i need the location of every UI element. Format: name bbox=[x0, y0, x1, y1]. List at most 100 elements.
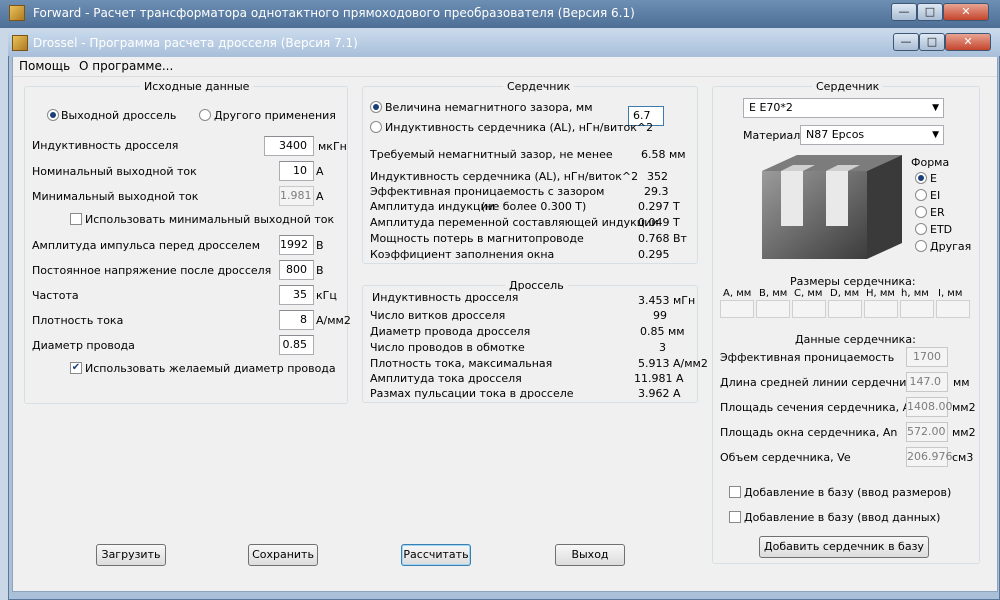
turns-label: Число витков дросселя bbox=[370, 309, 506, 322]
menu-help[interactable]: Помощь bbox=[19, 59, 70, 73]
nom-current-label: Номинальный выходной ток bbox=[32, 165, 197, 178]
current-density-unit: А/мм2 bbox=[316, 314, 351, 327]
choke-current-amp-label: Амплитуда тока дросселя bbox=[370, 372, 522, 385]
wire-diameter-input[interactable]: 0.85 bbox=[279, 335, 314, 355]
inductance-input[interactable]: 3400 bbox=[264, 136, 314, 156]
outer-close-button[interactable]: ✕ bbox=[943, 3, 989, 21]
dims-title: Размеры сердечника: bbox=[790, 275, 916, 288]
window-area-unit: мм2 bbox=[952, 426, 976, 439]
choke-inductance-value: 3.453 мГн bbox=[638, 294, 696, 307]
use-wire-diameter-checkbox[interactable]: ✔ bbox=[70, 362, 82, 374]
cross-section-input[interactable]: 1408.00 bbox=[906, 397, 953, 417]
outer-window-title: Forward - Расчет трансформатора однотакт… bbox=[33, 6, 635, 20]
core-loss-value: 0.768 Вт bbox=[638, 232, 687, 245]
eff-perm-gap-label: Эффективная проницаемость с зазором bbox=[370, 185, 605, 198]
core-al-label: Индуктивность сердечника (AL), нГн/виток… bbox=[370, 170, 639, 183]
core-data-title: Данные сердечника: bbox=[795, 333, 916, 346]
dim-h-small-input[interactable] bbox=[900, 300, 934, 318]
material-value: N87 Epcos bbox=[806, 128, 865, 141]
inner-close-button[interactable]: ✕ bbox=[945, 33, 991, 51]
app-icon bbox=[9, 5, 25, 21]
save-button[interactable]: Сохранить bbox=[248, 544, 318, 566]
pulse-amp-input[interactable]: 1992 bbox=[279, 235, 314, 255]
shape-radio-other[interactable] bbox=[915, 240, 927, 252]
dim-c-label: C, мм bbox=[794, 288, 823, 299]
core-volume-input[interactable]: 206.976 bbox=[906, 447, 953, 467]
menu-about[interactable]: О программе... bbox=[79, 59, 173, 73]
outer-minimize-button[interactable]: — bbox=[891, 3, 917, 21]
shape-e-label: E bbox=[930, 172, 937, 185]
load-button[interactable]: Загрузить bbox=[96, 544, 166, 566]
frequency-input[interactable]: 35 bbox=[279, 285, 314, 305]
inner-maximize-button[interactable]: □ bbox=[919, 33, 945, 51]
add-data-label: Добавление в базу (ввод данных) bbox=[744, 511, 941, 524]
dim-b-input[interactable] bbox=[756, 300, 790, 318]
radio-al[interactable] bbox=[370, 121, 382, 133]
shape-radio-etd[interactable] bbox=[915, 223, 927, 235]
core-type-select[interactable]: E E70*2 ▼ bbox=[743, 98, 944, 118]
shape-ei-label: EI bbox=[930, 189, 941, 202]
wire-diameter-label: Диаметр провода bbox=[32, 339, 135, 352]
dim-c-input[interactable] bbox=[792, 300, 826, 318]
path-length-input[interactable]: 147.0 bbox=[906, 372, 948, 392]
shape-radio-e[interactable] bbox=[915, 172, 927, 184]
dim-h-small-label: h, мм bbox=[901, 288, 929, 299]
use-wire-diameter-label: Использовать желаемый диаметр провода bbox=[85, 362, 336, 375]
path-length-label: Длина средней линии сердечника, le bbox=[720, 376, 937, 389]
choke-current-amp-value: 11.981 А bbox=[634, 372, 684, 385]
outer-maximize-button[interactable]: □ bbox=[917, 3, 943, 21]
shape-etd-label: ETD bbox=[930, 223, 953, 236]
min-current-unit: А bbox=[316, 190, 324, 203]
shape-radio-ei[interactable] bbox=[915, 189, 927, 201]
pulse-amp-label: Амплитуда импульса перед дросселем bbox=[32, 239, 260, 252]
choke-wire-label: Диаметр провода дросселя bbox=[370, 325, 531, 338]
core-loss-label: Мощность потерь в магнитопроводе bbox=[370, 232, 584, 245]
dc-voltage-input[interactable]: 800 bbox=[279, 260, 314, 280]
fill-factor-label: Коэффициент заполнения окна bbox=[370, 248, 555, 261]
dim-a-input[interactable] bbox=[720, 300, 754, 318]
req-gap-label: Требуемый немагнитный зазор, не менее bbox=[370, 148, 613, 161]
pulse-amp-unit: В bbox=[316, 239, 324, 252]
eff-perm-input[interactable]: 1700 bbox=[906, 347, 948, 367]
choke-wire-value: 0.85 мм bbox=[640, 325, 685, 338]
exit-button[interactable]: Выход bbox=[555, 544, 625, 566]
current-density-input[interactable]: 8 bbox=[279, 310, 314, 330]
radio-gap[interactable] bbox=[370, 101, 382, 113]
dim-b-label: B, мм bbox=[759, 288, 788, 299]
add-core-button[interactable]: Добавить сердечник в базу bbox=[759, 536, 929, 558]
shape-radio-er[interactable] bbox=[915, 206, 927, 218]
chevron-down-icon: ▼ bbox=[932, 103, 939, 113]
inner-app-icon bbox=[12, 35, 28, 51]
window-area-label: Площадь окна сердечника, An bbox=[720, 426, 898, 439]
core-al-value: 352 bbox=[647, 170, 668, 183]
add-dims-checkbox[interactable] bbox=[729, 486, 741, 498]
use-min-current-checkbox[interactable] bbox=[70, 213, 82, 225]
shape-title: Форма bbox=[911, 156, 950, 169]
req-gap-value: 6.58 мм bbox=[641, 148, 686, 161]
calculate-button[interactable]: Рассчитать bbox=[401, 544, 471, 566]
current-density-label: Плотность тока bbox=[32, 314, 124, 327]
inductance-unit: мкГн bbox=[318, 140, 347, 153]
min-current-label: Минимальный выходной ток bbox=[32, 190, 199, 203]
radio-gap-label: Величина немагнитного зазора, мм bbox=[385, 101, 593, 114]
inner-minimize-button[interactable]: — bbox=[893, 33, 919, 51]
dc-voltage-unit: В bbox=[316, 264, 324, 277]
choke-inductance-label: Индуктивность дросселя bbox=[372, 291, 519, 304]
material-select[interactable]: N87 Epcos ▼ bbox=[800, 125, 944, 145]
radio-output-choke[interactable] bbox=[47, 109, 59, 121]
min-current-input[interactable]: 1.981 bbox=[279, 186, 314, 206]
radio-other-use[interactable] bbox=[199, 109, 211, 121]
dim-d-input[interactable] bbox=[828, 300, 862, 318]
nom-current-input[interactable]: 10 bbox=[279, 161, 314, 181]
induction-amp-value: 0.297 Т bbox=[638, 200, 680, 213]
shape-other-label: Другая bbox=[930, 240, 972, 253]
add-data-checkbox[interactable] bbox=[729, 511, 741, 523]
core-select-title: Сердечник bbox=[812, 80, 884, 93]
dim-i-label: I, мм bbox=[938, 288, 963, 299]
dim-i-input[interactable] bbox=[936, 300, 970, 318]
window-area-input[interactable]: 572.00 bbox=[906, 422, 948, 442]
dim-h-input[interactable] bbox=[864, 300, 898, 318]
induction-amp-label: Амплитуда индукции bbox=[370, 200, 495, 213]
wires-count-value: 3 bbox=[659, 341, 666, 354]
use-min-current-label: Использовать минимальный выходной ток bbox=[85, 213, 335, 226]
